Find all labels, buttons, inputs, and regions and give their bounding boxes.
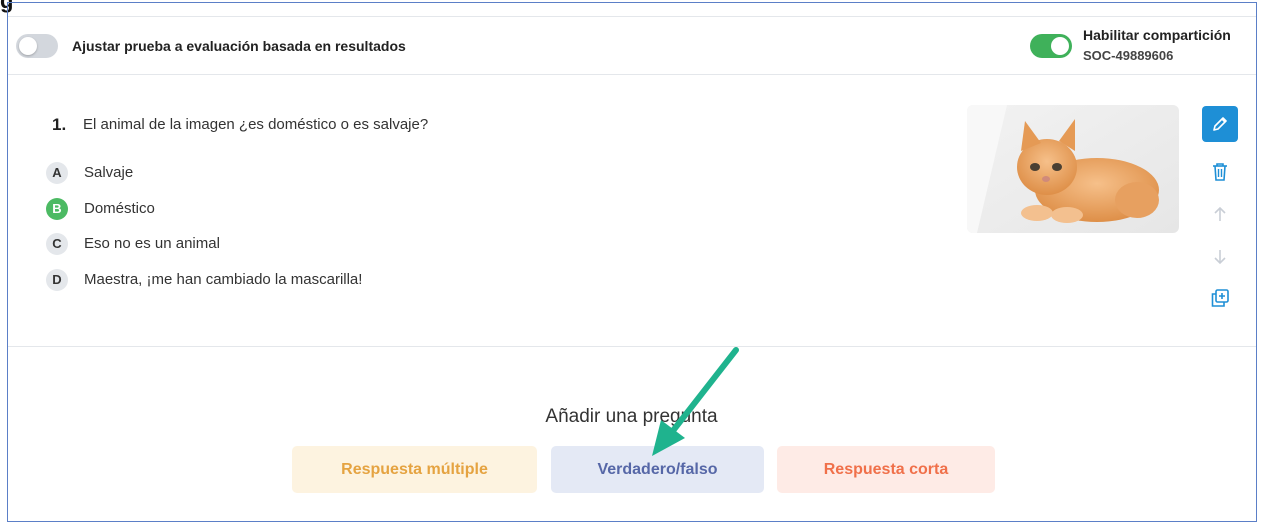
option-text: Maestra, ¡me han cambiado la mascarilla! [84,271,363,288]
duplicate-question-button[interactable] [1206,284,1234,312]
share-toggle[interactable] [1030,34,1072,58]
top-divider [8,16,1256,17]
arrow-down-icon [1214,250,1226,265]
move-down-button[interactable] [1206,243,1234,271]
share-code: SOC-49889606 [1083,48,1174,63]
edit-question-button[interactable] [1202,106,1238,142]
option-text: Doméstico [84,200,155,217]
add-short-answer-button[interactable]: Respuesta corta [777,446,995,493]
adjust-toggle-label: Ajustar prueba a evaluación basada en re… [72,38,406,54]
share-toggle-label: Habilitar compartición [1083,27,1231,43]
move-up-button[interactable] [1206,200,1234,228]
toggle-knob [1051,37,1069,55]
add-question-title: Añadir una pregunta [545,406,718,427]
option-text: Salvaje [84,164,134,181]
kitten-photo-icon [967,105,1179,233]
settings-divider [8,74,1256,75]
question-text: El animal de la imagen ¿es doméstico o e… [83,116,429,133]
toggle-knob [19,37,37,55]
add-true-false-button[interactable]: Verdadero/falso [551,446,764,493]
question-number: 1. [52,115,67,134]
question-panel [7,2,1257,522]
duplicate-icon [1211,289,1229,307]
add-multiple-choice-button[interactable]: Respuesta múltiple [292,446,537,493]
delete-question-button[interactable] [1206,158,1234,186]
adjust-toggle[interactable] [16,34,58,58]
option-letter-badge-correct: B [46,198,68,220]
question-image [967,105,1179,233]
option-letter-badge: D [46,269,68,291]
question-divider [8,346,1256,347]
arrow-up-icon [1214,206,1226,221]
pencil-icon [1213,117,1227,131]
option-text: Eso no es un animal [84,235,220,252]
option-letter-badge: A [46,162,68,184]
option-letter-badge: C [46,233,68,255]
trash-icon [1213,163,1227,181]
